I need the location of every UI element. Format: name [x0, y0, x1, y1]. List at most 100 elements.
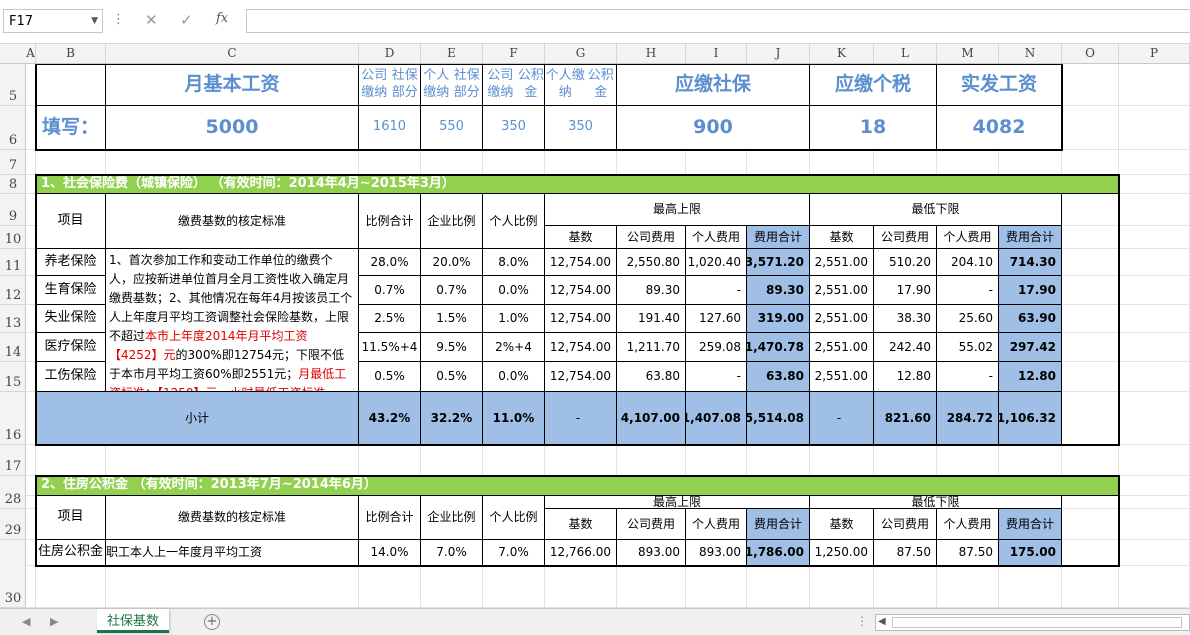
insurance-item[interactable]: 医疗保险: [36, 333, 106, 362]
base-salary-value[interactable]: 5000: [106, 106, 359, 150]
fund-standard[interactable]: 职工本人上一年度月平均工资: [106, 540, 359, 566]
cell-ratio-total[interactable]: 11.5%+4: [359, 333, 421, 362]
personal-social-value[interactable]: 550: [421, 106, 483, 150]
subtotal-min-personal[interactable]: 284.72: [937, 392, 999, 445]
personal-fund-label[interactable]: 个人缴纳 公积金: [545, 64, 617, 106]
column-header-a[interactable]: A: [26, 44, 36, 63]
cell-min-base[interactable]: 2,551.00: [810, 249, 874, 276]
cell-max-company[interactable]: 63.80: [617, 362, 686, 392]
cell-max-personal[interactable]: 259.08: [686, 333, 747, 362]
company-fund-label[interactable]: 公司缴纳 公积金: [483, 64, 545, 106]
header-max-base[interactable]: 基数: [545, 226, 617, 249]
subtotal-max-company[interactable]: 4,107.00: [617, 392, 686, 445]
row-header-16[interactable]: 16: [0, 392, 26, 445]
row-header-6[interactable]: 6: [0, 106, 26, 150]
social-due-label[interactable]: 应缴社保: [617, 64, 810, 106]
fund-max-company[interactable]: 893.00: [617, 540, 686, 566]
header-company-ratio[interactable]: 企业比例: [421, 496, 483, 540]
cell-min-total[interactable]: 714.30: [999, 249, 1062, 276]
cell-min-personal[interactable]: 204.10: [937, 249, 999, 276]
header-min-company-fee[interactable]: 公司费用: [874, 226, 937, 249]
cell-ratio-total[interactable]: 2.5%: [359, 305, 421, 333]
cell-ratio-total[interactable]: 0.5%: [359, 362, 421, 392]
column-header-c[interactable]: C: [106, 44, 359, 63]
insurance-item[interactable]: 工伤保险: [36, 362, 106, 392]
header-personal-ratio[interactable]: 个人比例: [483, 496, 545, 540]
column-header-h[interactable]: H: [617, 44, 686, 63]
cell-min-total[interactable]: 297.42: [999, 333, 1062, 362]
cell-max-base[interactable]: 12,754.00: [545, 276, 617, 305]
cell-personal-ratio[interactable]: 1.0%: [483, 305, 545, 333]
header-company-ratio[interactable]: 企业比例: [421, 194, 483, 249]
cell-max-base[interactable]: 12,754.00: [545, 333, 617, 362]
fund-max-base[interactable]: 12,766.00: [545, 540, 617, 566]
header-ratio-total[interactable]: 比例合计: [359, 194, 421, 249]
cell-min-base[interactable]: 2,551.00: [810, 333, 874, 362]
cell-min-total[interactable]: 63.90: [999, 305, 1062, 333]
fund-min-base[interactable]: 1,250.00: [810, 540, 874, 566]
personal-fund-value[interactable]: 350: [545, 106, 617, 150]
column-header-i[interactable]: I: [686, 44, 747, 63]
header-min-base[interactable]: 基数: [810, 509, 874, 540]
header-min-company-fee[interactable]: 公司费用: [874, 509, 937, 540]
cell-min-company[interactable]: 38.30: [874, 305, 937, 333]
row-header-8[interactable]: 8: [0, 175, 26, 194]
tax-due-value[interactable]: 18: [810, 106, 937, 150]
cell-max-base[interactable]: 12,754.00: [545, 305, 617, 333]
cell-personal-ratio[interactable]: 0.0%: [483, 276, 545, 305]
subtotal-max-personal[interactable]: 1,407.08: [686, 392, 747, 445]
cell-max-total[interactable]: 89.30: [747, 276, 810, 305]
section1-title[interactable]: 1、社会保险费（城镇保险） （有效时间：2014年4月~2015年3月）: [36, 175, 1119, 194]
header-min-fee-total[interactable]: 费用合计: [999, 226, 1062, 249]
header-item[interactable]: 项目: [36, 496, 106, 540]
horizontal-scrollbar[interactable]: ◀: [875, 614, 1190, 631]
cell-personal-ratio[interactable]: 0.0%: [483, 362, 545, 392]
header-max-fee-total[interactable]: 费用合计: [747, 509, 810, 540]
row-header-11[interactable]: 11: [0, 249, 26, 276]
header-max-company-fee[interactable]: 公司费用: [617, 509, 686, 540]
subtotal-company-ratio[interactable]: 32.2%: [421, 392, 483, 445]
close-icon[interactable]: ✕: [145, 11, 158, 29]
cell-min-personal[interactable]: 55.02: [937, 333, 999, 362]
standard-description[interactable]: 1、首次参加工作和变动工作单位的缴费个人，应按新进单位首月全月工资性收入确定月缴…: [106, 249, 359, 392]
cell-max-total[interactable]: 63.80: [747, 362, 810, 392]
cell-max-company[interactable]: 191.40: [617, 305, 686, 333]
header-min-group[interactable]: 最低下限: [810, 194, 1062, 226]
column-header-m[interactable]: M: [937, 44, 999, 63]
insurance-item[interactable]: 生育保险: [36, 276, 106, 305]
net-pay-value[interactable]: 4082: [937, 106, 1062, 150]
insurance-item[interactable]: 失业保险: [36, 305, 106, 333]
row-header-9[interactable]: 9: [0, 194, 26, 226]
tab-prev-icon[interactable]: ◀: [22, 615, 30, 628]
fund-item[interactable]: 住房公积金: [36, 540, 106, 566]
cell-min-personal[interactable]: -: [937, 362, 999, 392]
column-header-d[interactable]: D: [359, 44, 421, 63]
cell-ratio-total[interactable]: 28.0%: [359, 249, 421, 276]
fund-min-personal[interactable]: 87.50: [937, 540, 999, 566]
cell-max-base[interactable]: 12,754.00: [545, 362, 617, 392]
cell-max-base[interactable]: 12,754.00: [545, 249, 617, 276]
cell-max-company[interactable]: 89.30: [617, 276, 686, 305]
check-icon[interactable]: ✓: [180, 11, 193, 29]
fill-label[interactable]: 填写：: [36, 106, 106, 150]
column-header-k[interactable]: K: [810, 44, 874, 63]
cell-company-ratio[interactable]: 20.0%: [421, 249, 483, 276]
plus-icon[interactable]: +: [204, 614, 220, 630]
fund-min-company[interactable]: 87.50: [874, 540, 937, 566]
cell-company-ratio[interactable]: 9.5%: [421, 333, 483, 362]
header-standard[interactable]: 缴费基数的核定标准: [106, 496, 359, 540]
cell-min-personal[interactable]: 25.60: [937, 305, 999, 333]
header-max-group[interactable]: 最高上限: [545, 496, 810, 509]
sheet-tab-active[interactable]: 社保基数: [97, 609, 169, 633]
chevron-left-icon[interactable]: ◀: [878, 616, 886, 627]
cell-company-ratio[interactable]: 0.7%: [421, 276, 483, 305]
fund-ratio-total[interactable]: 14.0%: [359, 540, 421, 566]
base-salary-label[interactable]: 月基本工资: [106, 64, 359, 106]
social-due-value[interactable]: 900: [617, 106, 810, 150]
subtotal-label[interactable]: 小计: [36, 392, 359, 445]
row-header-10[interactable]: 10: [0, 226, 26, 249]
header-personal-ratio[interactable]: 个人比例: [483, 194, 545, 249]
company-fund-value[interactable]: 350: [483, 106, 545, 150]
subtotal-min-total[interactable]: 1,106.32: [999, 392, 1062, 445]
header-min-group[interactable]: 最低下限: [810, 496, 1062, 509]
